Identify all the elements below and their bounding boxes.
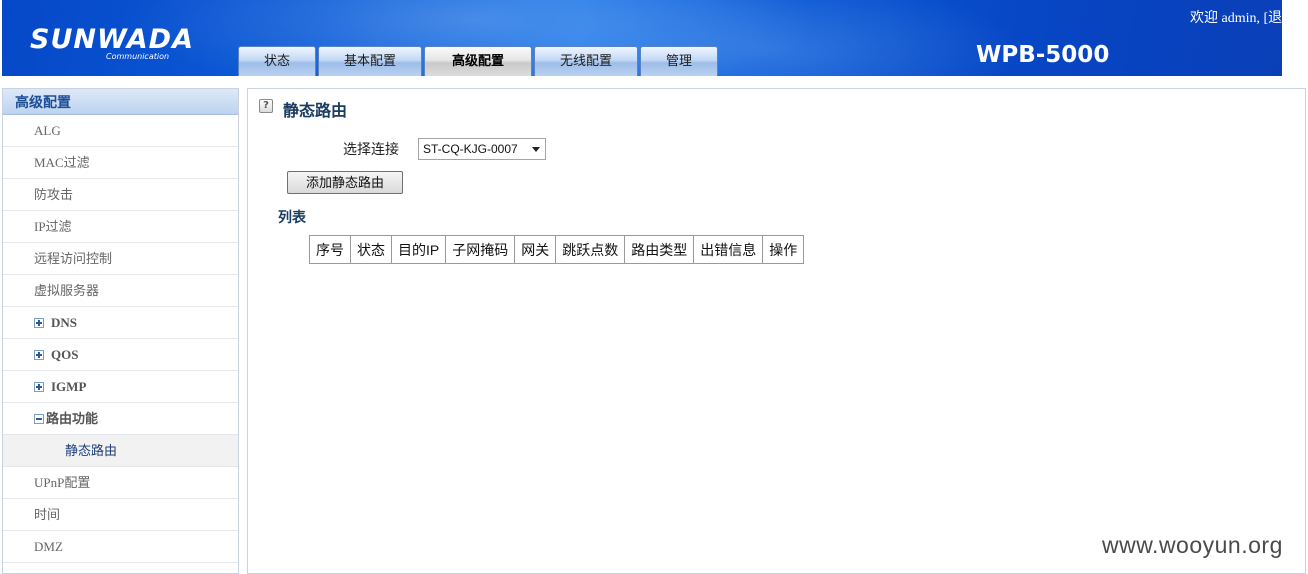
sidebar-item-ip-filter[interactable]: IP过滤	[3, 211, 238, 243]
tab-advanced-config[interactable]: 高级配置	[424, 46, 532, 76]
page-title: 静态路由	[283, 103, 348, 120]
add-static-route-button[interactable]: 添加静态路由	[287, 171, 403, 194]
static-route-table: 序号 状态 目的IP 子网掩码 网关 跳跃点数 路由类型 出错信息 操作	[309, 235, 805, 264]
watermark: www.wooyun.org	[1102, 532, 1283, 558]
sidebar: 高级配置 ALG MAC过滤 防攻击 IP过滤 远程访问控制 虚拟服务器 DNS…	[2, 88, 239, 574]
sidebar-item-label: QOS	[51, 346, 79, 362]
chevron-down-icon	[532, 147, 540, 152]
col-dest-ip: 目的IP	[390, 235, 447, 264]
brand-logo: SUNWADA	[30, 24, 194, 55]
sidebar-title: 高级配置	[3, 89, 238, 115]
expand-icon[interactable]	[34, 381, 44, 392]
sidebar-item-remote-access[interactable]: 远程访问控制	[3, 243, 238, 275]
sidebar-item-label: DNS	[51, 314, 78, 330]
sidebar-item-label: 路由功能	[46, 410, 99, 426]
top-nav-tabs: 状态 基本配置 高级配置 无线配置 管理	[238, 46, 720, 76]
col-error-info: 出错信息	[693, 235, 764, 264]
sidebar-item-routing[interactable]: 路由功能	[3, 403, 238, 435]
sidebar-item-mac-filter[interactable]: MAC过滤	[3, 147, 238, 179]
sidebar-item-anti-attack[interactable]: 防攻击	[3, 179, 238, 211]
sidebar-item-label: 远程访问控制	[34, 250, 113, 266]
sidebar-item-label: 防攻击	[34, 186, 74, 202]
sidebar-item-label: UPnP配置	[34, 474, 91, 490]
sidebar-item-label: IP过滤	[34, 218, 72, 234]
col-index: 序号	[309, 235, 351, 264]
welcome-logout[interactable]: 欢迎 admin, [退出]	[1190, 7, 1282, 27]
connection-label: 选择连接	[343, 141, 399, 157]
tab-basic-config[interactable]: 基本配置	[318, 46, 422, 76]
connection-select[interactable]: ST-CQ-KJG-0007	[418, 138, 546, 160]
sidebar-item-label: 虚拟服务器	[34, 282, 100, 298]
sidebar-item-dmz[interactable]: DMZ	[3, 531, 238, 563]
sidebar-item-label: IGMP	[51, 378, 87, 394]
sidebar-item-label: 静态路由	[65, 442, 118, 458]
sidebar-item-dns[interactable]: DNS	[3, 307, 238, 339]
tab-wireless-config[interactable]: 无线配置	[534, 46, 638, 76]
collapse-icon[interactable]	[34, 413, 44, 424]
col-gateway: 网关	[514, 235, 557, 264]
sidebar-item-virtual-server[interactable]: 虚拟服务器	[3, 275, 238, 307]
model-name: WPB-5000	[976, 42, 1110, 68]
list-title: 列表	[278, 209, 306, 225]
col-hop-count: 跳跃点数	[555, 235, 626, 264]
brand-logo-subtitle: Communication	[106, 52, 170, 61]
sidebar-item-label: DMZ	[34, 538, 63, 554]
sidebar-item-label: 时间	[34, 506, 61, 522]
question-icon[interactable]: ?	[259, 99, 273, 113]
connection-select-value: ST-CQ-KJG-0007	[423, 142, 518, 156]
col-subnet-mask: 子网掩码	[445, 235, 516, 264]
sidebar-item-static-route[interactable]: 静态路由	[3, 435, 238, 467]
sidebar-item-upnp[interactable]: UPnP配置	[3, 467, 238, 499]
tab-management[interactable]: 管理	[640, 46, 718, 76]
sidebar-item-qos[interactable]: QOS	[3, 339, 238, 371]
col-route-type: 路由类型	[624, 235, 695, 264]
expand-icon[interactable]	[34, 317, 44, 328]
sidebar-item-alg[interactable]: ALG	[3, 115, 238, 147]
sidebar-item-igmp[interactable]: IGMP	[3, 371, 238, 403]
tab-status[interactable]: 状态	[238, 46, 316, 76]
sidebar-item-time[interactable]: 时间	[3, 499, 238, 531]
col-actions: 操作	[762, 235, 805, 264]
expand-icon[interactable]	[34, 349, 44, 360]
header: SUNWADA Communication WPB-5000 欢迎 admin,…	[0, 0, 1308, 80]
sidebar-item-label: ALG	[34, 122, 61, 138]
main-panel: ? 静态路由 选择连接 ST-CQ-KJG-0007 添加静态路由 列表 序号 …	[247, 88, 1306, 574]
table-header-row: 序号 状态 目的IP 子网掩码 网关 跳跃点数 路由类型 出错信息 操作	[309, 235, 805, 264]
sidebar-item-label: MAC过滤	[34, 154, 90, 170]
col-status: 状态	[350, 235, 392, 264]
